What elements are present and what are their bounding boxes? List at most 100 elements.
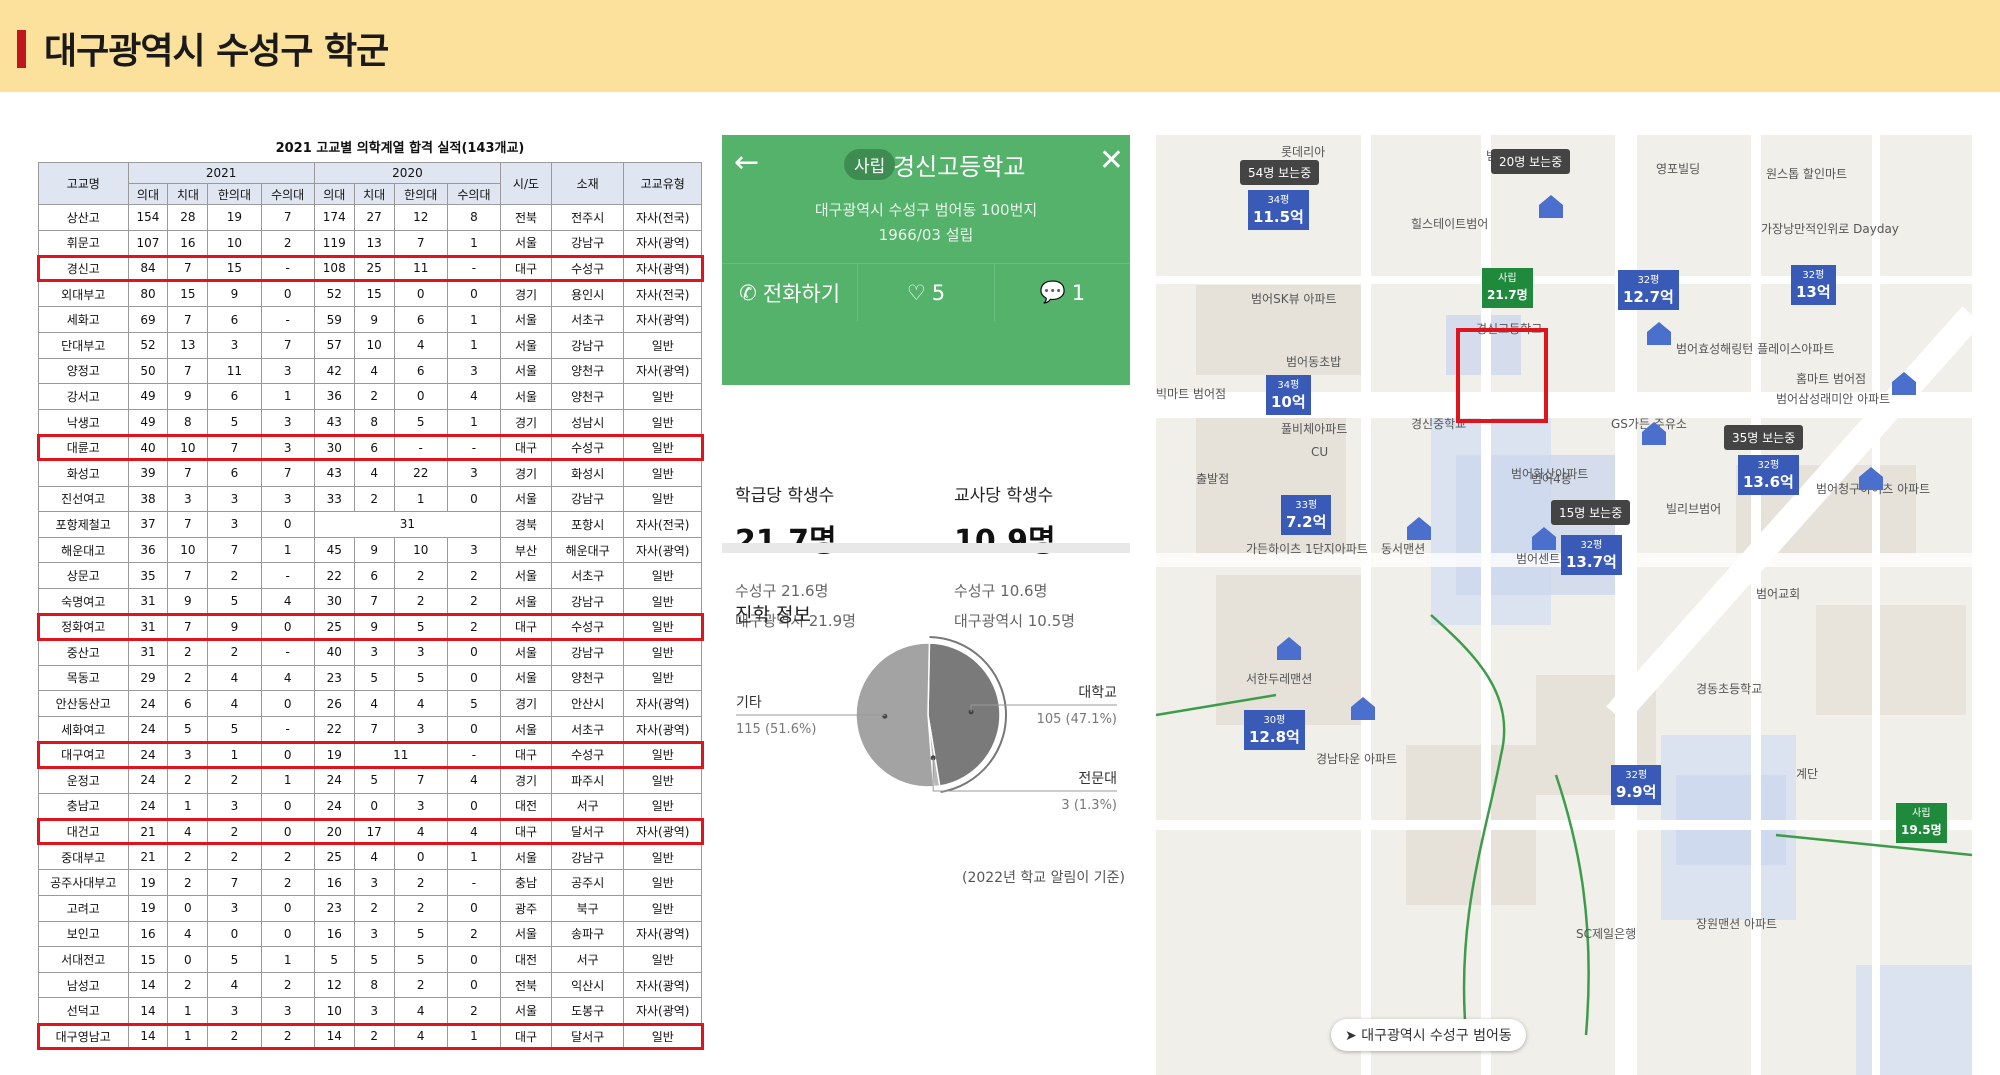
- col-sub-6: 한의대: [393, 183, 448, 205]
- table-row: 진선여고 38 3 3 3 33 2 1 0 서울 강남구 일반: [38, 485, 702, 513]
- table-cell: 0: [446, 971, 502, 999]
- location-pill[interactable]: ➤ 대구광역시 수성구 범어동: [1331, 1019, 1526, 1051]
- apartment-icon[interactable]: [1646, 320, 1672, 346]
- close-icon[interactable]: ✕: [1099, 143, 1124, 178]
- map-label[interactable]: 범어삼성래미안 아파트: [1776, 390, 1890, 407]
- table-cell: 17: [353, 818, 395, 845]
- table-cell: 0: [260, 818, 315, 845]
- price-marker[interactable]: 32평 13.6억: [1738, 455, 1799, 495]
- table-row: 중대부고 21 2 2 2 25 4 0 1 서울 강남구 일반: [38, 843, 702, 871]
- apartment-icon[interactable]: [1538, 193, 1564, 219]
- table-cell: 충남고: [38, 792, 129, 820]
- apartment-icon[interactable]: [1406, 515, 1432, 541]
- table-cell: 3: [260, 357, 315, 385]
- map-label[interactable]: 범어교회: [1756, 585, 1800, 602]
- table-cell: 6: [167, 690, 209, 717]
- map-label[interactable]: 롯데리아: [1281, 143, 1325, 160]
- call-button[interactable]: ✆ 전화하기: [722, 264, 859, 321]
- price-marker[interactable]: 32평 13억: [1791, 265, 1836, 305]
- map-label[interactable]: 가든하이츠 1단지아파트: [1246, 540, 1368, 557]
- table-cell: -: [260, 306, 315, 333]
- call-label: 전화하기: [762, 281, 841, 306]
- comment-button[interactable]: 💬 1: [995, 264, 1130, 321]
- map-label[interactable]: 경동초등학교: [1696, 680, 1762, 697]
- apartment-icon[interactable]: [1641, 420, 1667, 446]
- map-label[interactable]: 힐스테이트범어: [1411, 215, 1488, 232]
- table-cell: 목동고: [38, 664, 129, 692]
- table-row: 세화여고 24 5 5-22 7 3 0 서울 서초구 자사(광역): [38, 715, 702, 743]
- map-label[interactable]: 영포빌딩: [1656, 160, 1700, 177]
- price-value: 11.5억: [1253, 208, 1304, 226]
- map-label[interactable]: 출발점: [1196, 470, 1229, 487]
- table-cell: 1: [393, 485, 448, 513]
- table-cell: 서초구: [550, 715, 625, 743]
- table-cell: 대전: [500, 792, 552, 820]
- apartment-icon[interactable]: [1350, 695, 1376, 721]
- viewers-tag[interactable]: 15명 보는중: [1551, 500, 1631, 525]
- viewers-tag[interactable]: 54명 보는중: [1240, 160, 1320, 185]
- map-label[interactable]: 빅마트 범어점: [1156, 385, 1226, 402]
- table-cell: 익산시: [550, 971, 625, 999]
- map-label[interactable]: 범어동초밥: [1286, 353, 1341, 370]
- table-cell: 7: [167, 562, 209, 589]
- map-label[interactable]: 경남타운 아파트: [1316, 750, 1397, 767]
- like-button[interactable]: ♡ 5: [858, 264, 995, 321]
- table-cell: 강남구: [550, 229, 625, 257]
- table-cell: 0: [393, 280, 448, 308]
- table-cell: 7: [167, 613, 209, 641]
- price-marker[interactable]: 30평 12.8억: [1244, 710, 1305, 750]
- map-label[interactable]: 장원맨션 아파트: [1696, 915, 1777, 932]
- table-cell: 0: [260, 613, 315, 641]
- school-info-panel: ← 사립 경신고등학교 ✕ 대구광역시 수성구 범어동 100번지 1966/0…: [722, 135, 1130, 905]
- table-cell: 3: [207, 792, 262, 820]
- map-label[interactable]: 홈마트 범어점: [1796, 370, 1866, 387]
- table-cell: 15: [207, 255, 262, 282]
- map-label[interactable]: CU: [1311, 445, 1328, 459]
- map-label[interactable]: 풀비체아파트: [1281, 420, 1347, 437]
- price-marker[interactable]: 34평 11.5억: [1248, 190, 1309, 230]
- map-label[interactable]: SC제일은행: [1576, 925, 1636, 942]
- table-cell: 7: [167, 459, 209, 487]
- back-arrow-icon[interactable]: ←: [734, 145, 759, 180]
- price-marker[interactable]: 33평 7.2억: [1281, 495, 1332, 535]
- school-marker[interactable]: 사립 19.5명: [1896, 803, 1947, 843]
- map-label[interactable]: 범어화산아파트: [1511, 465, 1588, 482]
- price-marker[interactable]: 32평 13.7억: [1561, 535, 1622, 575]
- results-table-section: 2021 고교별 의학계열 합격 실적(143개교) 고교명 2021 2020…: [34, 138, 706, 1068]
- map-label[interactable]: 범어SK뷰 아파트: [1251, 290, 1337, 307]
- table-cell: 포항제철고: [38, 511, 129, 538]
- apartment-icon[interactable]: [1891, 370, 1917, 396]
- price-marker[interactable]: 32평 9.9억: [1611, 765, 1662, 805]
- map-label[interactable]: 서한두레맨션: [1246, 670, 1312, 687]
- col-school: 고교명: [38, 162, 129, 205]
- map-label[interactable]: 동서맨션: [1381, 540, 1425, 557]
- table-cell: 0: [260, 741, 315, 769]
- table-cell: 37: [127, 511, 169, 538]
- map-view[interactable]: 롯데리아범어로18길영포빌딩힐스테이트범어원스톱 할인마트가장낭만적인위로 Da…: [1156, 135, 1972, 1075]
- table-cell: 서울: [500, 920, 552, 948]
- school-marker[interactable]: 사립 21.7명: [1482, 268, 1533, 308]
- price-marker[interactable]: 32평 12.7억: [1618, 270, 1679, 310]
- table-cell: 경북: [500, 511, 552, 538]
- map-label[interactable]: 범어효성해링턴 플레이스아파트: [1676, 340, 1834, 357]
- map-label[interactable]: 가장낭만적인위로 Dayday: [1761, 220, 1899, 237]
- map-label[interactable]: 빌리브범어: [1666, 500, 1721, 517]
- like-count: 5: [931, 280, 946, 305]
- table-cell: 0: [446, 715, 502, 743]
- map-label[interactable]: 계단: [1796, 765, 1818, 782]
- table-cell: 0: [207, 920, 262, 948]
- table-cell: 107: [127, 229, 169, 257]
- table-cell: 25: [313, 843, 355, 871]
- advance-info-title: 진학 정보: [735, 604, 811, 626]
- map-label[interactable]: 원스톱 할인마트: [1766, 165, 1847, 182]
- apartment-icon[interactable]: [1276, 635, 1302, 661]
- table-cell: 강서고: [38, 383, 129, 410]
- apartment-icon[interactable]: [1531, 525, 1557, 551]
- viewers-tag[interactable]: 20명 보는중: [1491, 149, 1571, 174]
- apartment-icon[interactable]: [1858, 465, 1884, 491]
- price-marker[interactable]: 34평 10억: [1266, 375, 1311, 415]
- viewers-tag[interactable]: 35명 보는중: [1724, 425, 1804, 450]
- table-cell: 일반: [623, 767, 702, 794]
- table-cell: 대구: [500, 434, 552, 461]
- table-cell: 1: [446, 229, 502, 257]
